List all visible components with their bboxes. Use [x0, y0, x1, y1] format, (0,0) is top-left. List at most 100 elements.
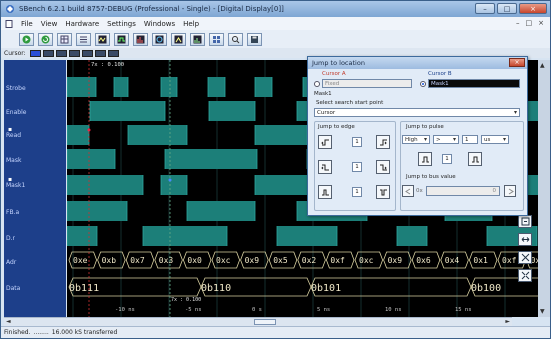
cursor-marker-button-1[interactable] [55, 49, 67, 57]
next-any-edge-button[interactable] [376, 185, 390, 199]
restart-button[interactable] [38, 32, 53, 46]
zoom-all-button[interactable] [518, 251, 532, 264]
time-axis-label: -10 ns [115, 307, 135, 313]
edge-count-1[interactable]: 1 [352, 137, 362, 147]
zoom-fit-button[interactable] [518, 215, 532, 228]
cursor-a-label: Cursor A [322, 71, 346, 77]
cursor-marker-button-5[interactable] [107, 49, 119, 57]
prev-pulse-button[interactable] [418, 152, 432, 166]
menu-settings[interactable]: Settings [107, 20, 136, 28]
save-button[interactable] [247, 32, 262, 46]
spectrum-icon [136, 35, 145, 43]
pulse-width-input[interactable]: 1 [462, 135, 478, 144]
cursor-marker-button-4[interactable] [94, 49, 106, 57]
scroll-right-arrow[interactable]: ► [505, 318, 510, 325]
pulse-condition-select[interactable]: > [433, 135, 459, 144]
menu-hardware[interactable]: Hardware [65, 20, 99, 28]
zoom-in-x-button[interactable] [518, 233, 532, 246]
adr-bus-value: 0x3 [159, 256, 174, 265]
bus-value-input[interactable]: 0 [426, 186, 500, 196]
mask1-expand-marker: ▪ [8, 176, 13, 183]
status-text: Finished. [4, 329, 31, 336]
horizontal-scrollbar[interactable]: ◄ ► [4, 317, 512, 326]
channel-label-read[interactable]: Read [4, 132, 66, 139]
cursor-marker-button-2[interactable] [68, 49, 80, 57]
window-title: SBench 6.2.1 build 8757-DEBUG (Professio… [19, 5, 284, 13]
tile-button[interactable] [209, 32, 224, 46]
fit-icon [521, 217, 529, 226]
time-axis-label: 0 s [252, 307, 262, 313]
minimize-button[interactable]: – [475, 3, 495, 14]
pulse-unit-select[interactable]: us [481, 135, 509, 144]
channel-label-enable[interactable]: Enable [4, 109, 66, 116]
pulse-forward-icon [471, 156, 479, 162]
list-view-button[interactable] [76, 32, 91, 46]
maximize-button[interactable]: □ [497, 3, 517, 14]
channel-label-data[interactable]: Data [4, 285, 66, 292]
jump-to-bus-label: Jump to bus value [406, 174, 456, 180]
cursor-a-field[interactable]: Fixed [322, 79, 412, 88]
dialog-close-button[interactable]: × [509, 58, 525, 67]
cursor-a-button[interactable] [29, 49, 41, 57]
cursor-b-button[interactable] [42, 49, 54, 57]
channel-label-fba[interactable]: FB.a [4, 209, 66, 216]
next-pulse-button[interactable] [468, 152, 482, 166]
vertical-scrollbar[interactable]: ▲ ▼ [538, 60, 550, 317]
meter-view-button[interactable] [171, 32, 186, 46]
wave-high-segment [67, 149, 115, 169]
pulse-level-select[interactable]: High [402, 135, 430, 144]
rising-edge-forward-icon [379, 139, 387, 145]
close-button[interactable]: × [519, 3, 547, 14]
adr-bus-value: 0x4 [445, 256, 460, 265]
prev-bus-value-button[interactable] [402, 185, 414, 197]
child-minimize-button[interactable]: – [516, 19, 520, 27]
search-start-select[interactable]: Cursor [314, 108, 520, 117]
fft-view-button[interactable] [133, 32, 148, 46]
adr-bus-value: 0x2 [302, 256, 317, 265]
start-button[interactable] [19, 32, 34, 46]
edge-count-3[interactable]: 1 [352, 187, 362, 197]
wave-high-segment [114, 77, 128, 97]
child-close-button[interactable]: × [538, 19, 544, 27]
menu-windows[interactable]: Windows [144, 20, 175, 28]
wave-high-segment [67, 201, 127, 221]
edge-count-2[interactable]: 1 [352, 162, 362, 172]
next-falling-edge-button[interactable] [376, 160, 390, 174]
next-bus-value-button[interactable] [504, 185, 516, 197]
prev-any-edge-button[interactable] [318, 185, 332, 199]
child-restore-button[interactable]: □ [526, 19, 533, 27]
prev-falling-edge-button[interactable] [318, 160, 332, 174]
scroll-up-arrow[interactable]: ▲ [540, 62, 545, 69]
cursor-marker-button-3[interactable] [81, 49, 93, 57]
cursor-b-field[interactable]: Mask1 [428, 79, 520, 88]
channel-label-adr[interactable]: Adr [4, 259, 66, 266]
scroll-down-arrow[interactable]: ▼ [540, 308, 545, 315]
menu-file[interactable]: File [21, 20, 33, 28]
histogram-view-button[interactable] [190, 32, 205, 46]
zoom-out-button[interactable] [518, 269, 532, 282]
pulse-count[interactable]: 1 [442, 154, 452, 164]
title-bar[interactable]: SBench 6.2.1 build 8757-DEBUG (Professio… [1, 1, 550, 17]
channel-label-mask1[interactable]: Mask1 [4, 182, 66, 189]
expand-horizontal-icon [521, 237, 529, 242]
table-view-button[interactable] [57, 32, 72, 46]
zoom-button[interactable] [228, 32, 243, 46]
menu-view[interactable]: View [41, 20, 58, 28]
cursor-a-radio[interactable] [314, 81, 320, 87]
xy-view-button[interactable] [152, 32, 167, 46]
prev-rising-edge-button[interactable] [318, 135, 332, 149]
scroll-thumb[interactable] [254, 319, 276, 325]
data-bus-value: 0b100 [471, 283, 501, 294]
channel-label-dr[interactable]: D.r [4, 235, 66, 242]
channel-label-strobe[interactable]: Strobe [4, 85, 66, 92]
next-rising-edge-button[interactable] [376, 135, 390, 149]
digital-view-button[interactable] [114, 32, 129, 46]
scroll-left-arrow[interactable]: ◄ [6, 318, 11, 325]
cursor-b-radio[interactable] [420, 81, 426, 87]
wave-high-segment [161, 175, 187, 195]
wave-high-segment [143, 226, 227, 246]
dialog-title-bar[interactable]: Jump to location [308, 57, 527, 69]
channel-label-mask[interactable]: Mask [4, 157, 66, 164]
analog-view-button[interactable] [95, 32, 110, 46]
menu-help[interactable]: Help [183, 20, 199, 28]
